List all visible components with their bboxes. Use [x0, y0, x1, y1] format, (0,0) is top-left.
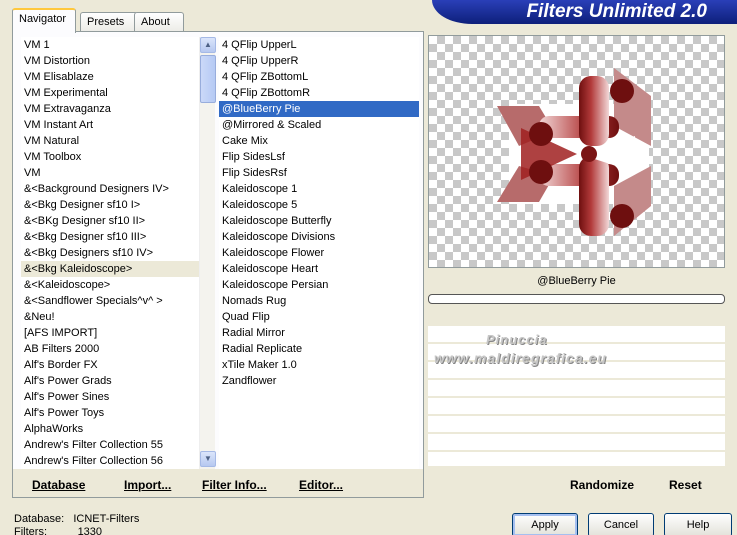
category-list-item[interactable]: VM Instant Art: [21, 117, 207, 133]
filter-list-item[interactable]: Kaleidoscope Flower: [219, 245, 419, 261]
category-list-item[interactable]: &<Bkg Kaleidoscope>: [21, 261, 207, 277]
param-row: [428, 434, 725, 450]
scroll-up-icon[interactable]: ▲: [200, 37, 216, 53]
status-database: Database: ICNET-Filters: [14, 513, 140, 525]
editor-button[interactable]: Editor...: [299, 478, 343, 492]
filter-list-item[interactable]: Radial Replicate: [219, 341, 419, 357]
category-list[interactable]: VM 1 VM Distortion VM Elisablaze VM Experim…: [21, 37, 207, 469]
category-list-item[interactable]: VM Toolbox: [21, 149, 207, 165]
category-list-item[interactable]: &<Background Designers IV>: [21, 181, 207, 197]
category-list-item[interactable]: AlphaWorks: [21, 421, 207, 437]
filter-list-item[interactable]: 4 QFlip ZBottomR: [219, 85, 419, 101]
filter-count: 1330: [77, 526, 103, 535]
category-list-item[interactable]: AB Filters 2000: [21, 341, 207, 357]
filter-list-item[interactable]: @BlueBerry Pie: [219, 101, 419, 117]
parameter-area: Pinuccia www.maldiregrafica.eu: [428, 306, 725, 466]
watermark-url: www.maldiregrafica.eu: [434, 350, 607, 366]
preview-image: [428, 35, 725, 268]
filter-list-item[interactable]: Flip SidesLsf: [219, 149, 419, 165]
cancel-button[interactable]: Cancel: [588, 513, 654, 535]
help-button[interactable]: Help: [664, 513, 732, 535]
filter-list-item[interactable]: Kaleidoscope Heart: [219, 261, 419, 277]
category-list-item[interactable]: &<Kaleidoscope>: [21, 277, 207, 293]
apply-button[interactable]: Apply: [512, 513, 578, 535]
filter-list-item[interactable]: Zandflower: [219, 373, 419, 389]
category-list-item[interactable]: &Neu!: [21, 309, 207, 325]
category-list-item[interactable]: Alf's Power Toys: [21, 405, 207, 421]
category-list-item[interactable]: Alf's Power Sines: [21, 389, 207, 405]
filter-info-button[interactable]: Filter Info...: [202, 478, 267, 492]
category-list-item[interactable]: &<BKg Designer sf10 II>: [21, 213, 207, 229]
category-list-item[interactable]: VM Extravaganza: [21, 101, 207, 117]
database-name: ICNET-Filters: [73, 513, 140, 525]
param-row: [428, 452, 725, 466]
tab-presets[interactable]: Presets: [80, 12, 138, 32]
import-button[interactable]: Import...: [124, 478, 171, 492]
filter-list-item[interactable]: 4 QFlip UpperL: [219, 37, 419, 53]
param-row: [428, 416, 725, 432]
filter-list-item[interactable]: Flip SidesRsf: [219, 165, 419, 181]
param-row: [428, 398, 725, 414]
category-list-item[interactable]: &<Sandflower Specials^v^ >: [21, 293, 207, 309]
tab-navigator[interactable]: Navigator: [12, 8, 76, 33]
navigator-panel: VM 1 VM Distortion VM Elisablaze VM Experim…: [12, 31, 424, 498]
category-scrollbar[interactable]: ▲ ▼: [199, 37, 216, 469]
database-button[interactable]: Database: [32, 478, 85, 492]
filter-list-item[interactable]: 4 QFlip UpperR: [219, 53, 419, 69]
filter-list-item[interactable]: xTile Maker 1.0: [219, 357, 419, 373]
category-list-item[interactable]: VM Natural: [21, 133, 207, 149]
filter-list-item[interactable]: Cake Mix: [219, 133, 419, 149]
filter-list-item[interactable]: 4 QFlip ZBottomL: [219, 69, 419, 85]
kaleidoscope-artwork: [497, 68, 651, 236]
category-list-item[interactable]: Alf's Power Grads: [21, 373, 207, 389]
filter-list-item[interactable]: Kaleidoscope Butterfly: [219, 213, 419, 229]
category-list-item[interactable]: [AFS IMPORT]: [21, 325, 207, 341]
category-list-item[interactable]: VM 1: [21, 37, 207, 53]
filter-list-item[interactable]: Kaleidoscope 1: [219, 181, 419, 197]
category-list-item[interactable]: Andrew's Filter Collection 56: [21, 453, 207, 469]
app-title-banner: Filters Unlimited 2.0: [432, 0, 737, 24]
filter-list[interactable]: 4 QFlip UpperL 4 QFlip UpperR 4 QFlip ZBot…: [219, 37, 419, 469]
category-list-item[interactable]: &<Bkg Designer sf10 III>: [21, 229, 207, 245]
filter-list-item[interactable]: Quad Flip: [219, 309, 419, 325]
filter-list-item[interactable]: Nomads Rug: [219, 293, 419, 309]
filter-name-label: @BlueBerry Pie: [428, 270, 725, 292]
filter-list-item[interactable]: Radial Mirror: [219, 325, 419, 341]
watermark-name: Pinuccia: [486, 332, 548, 347]
param-row: [428, 380, 725, 396]
category-list-item[interactable]: VM Elisablaze: [21, 69, 207, 85]
tab-about[interactable]: About: [134, 12, 184, 32]
filter-list-item[interactable]: Kaleidoscope Persian: [219, 277, 419, 293]
scrollbar-thumb[interactable]: [200, 55, 216, 103]
category-list-item[interactable]: Andrew's Filter Collection 55: [21, 437, 207, 453]
filter-list-item[interactable]: Kaleidoscope Divisions: [219, 229, 419, 245]
status-filters: Filters: 1330: [14, 526, 102, 535]
filter-list-item[interactable]: Kaleidoscope 5: [219, 197, 419, 213]
category-list-item[interactable]: VM Distortion: [21, 53, 207, 69]
scroll-down-icon[interactable]: ▼: [200, 451, 216, 467]
category-list-item[interactable]: &<Bkg Designer sf10 I>: [21, 197, 207, 213]
category-list-item[interactable]: Alf's Border FX: [21, 357, 207, 373]
param-row: [428, 326, 725, 342]
randomize-button[interactable]: Randomize: [570, 478, 634, 492]
filter-list-item[interactable]: @Mirrored & Scaled: [219, 117, 419, 133]
category-list-item[interactable]: VM Experimental: [21, 85, 207, 101]
category-list-item[interactable]: &<Bkg Designers sf10 IV>: [21, 245, 207, 261]
category-list-item[interactable]: VM: [21, 165, 207, 181]
progress-bar: [428, 294, 725, 304]
reset-button[interactable]: Reset: [669, 478, 702, 492]
